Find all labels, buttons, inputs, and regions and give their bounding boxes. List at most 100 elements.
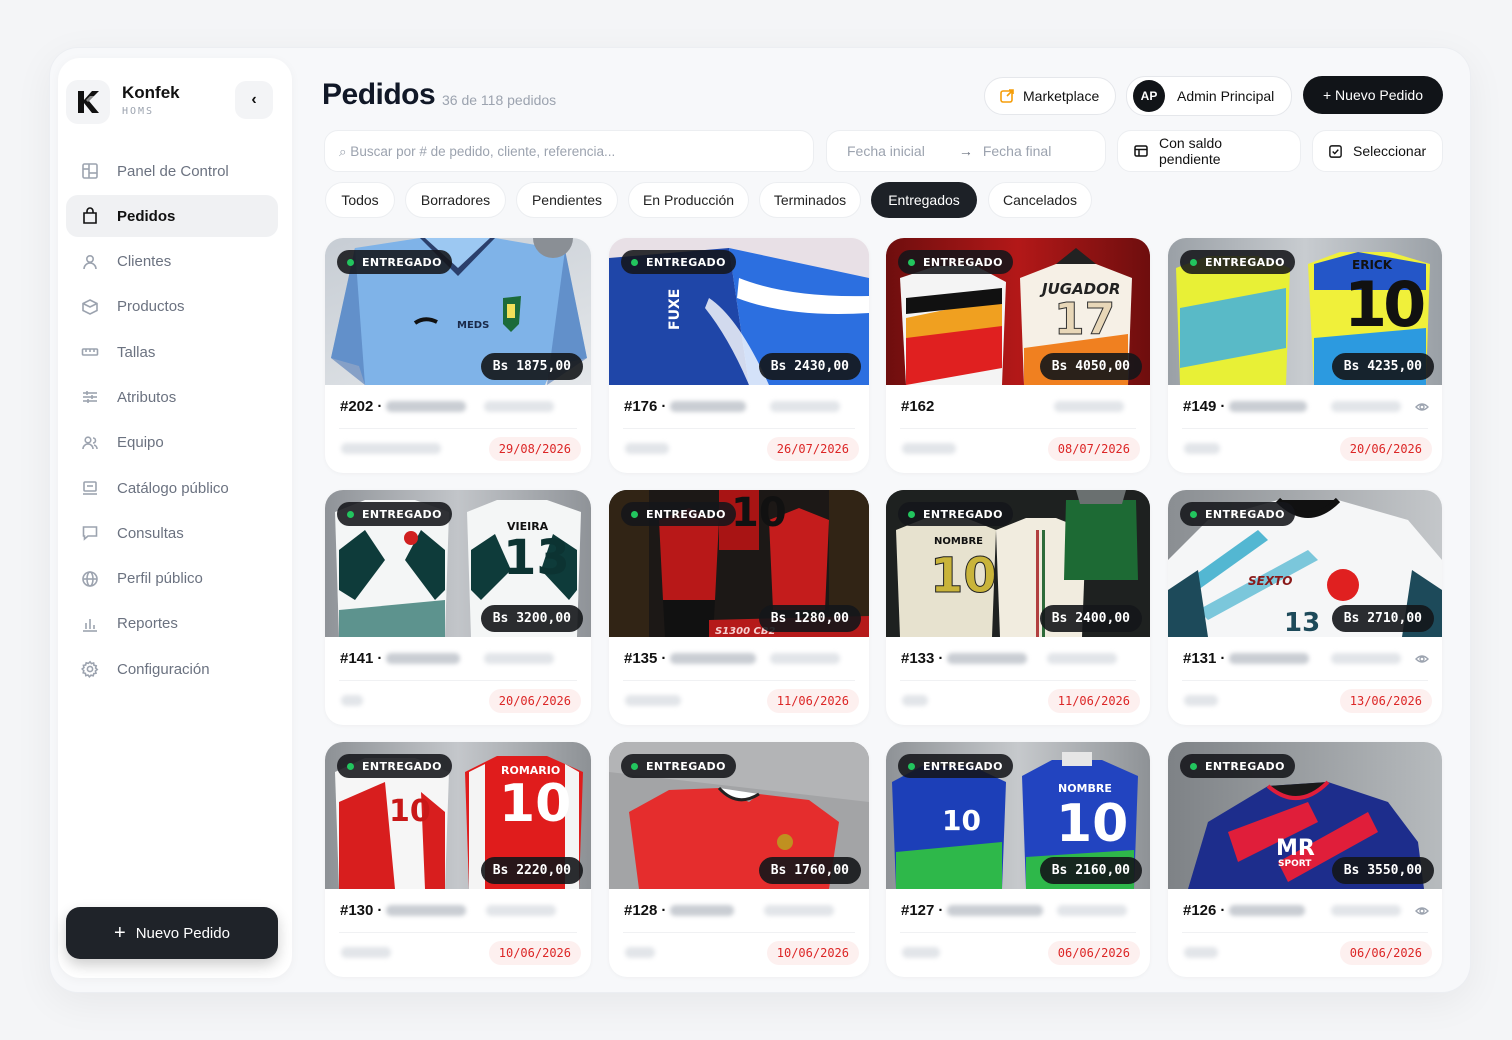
eye-icon[interactable] (1415, 904, 1430, 918)
sidebar-item-consultas[interactable]: Consultas (66, 512, 278, 554)
sidebar-item-label: Equipo (117, 434, 164, 452)
order-date: 06/06/2026 (1047, 941, 1140, 965)
order-id: #135 (624, 650, 658, 667)
order-card[interactable]: ERICK 10 ENTREGADO Bs 4235,00 #149 · 20/0… (1168, 238, 1442, 473)
status-dot (1190, 762, 1197, 770)
order-card[interactable]: MEDS ENTREGADO Bs 1875,00 #202 · 29/08/20… (325, 238, 591, 473)
sidebar-item-configuracion[interactable]: Configuración (66, 648, 278, 690)
sidebar-item-label: Atributos (117, 388, 177, 406)
order-image: NOMBRE 10 ENTREGADO Bs 2400,00 (886, 490, 1150, 637)
order-date: 08/07/2026 (1047, 437, 1140, 461)
tab-todos[interactable]: Todos (325, 182, 395, 218)
tab-terminados[interactable]: Terminados (759, 182, 861, 218)
sidebar-item-label: Tallas (117, 343, 156, 361)
order-id: #126 (1183, 902, 1217, 919)
pending-balance-filter[interactable]: Con saldo pendiente (1117, 130, 1301, 172)
eye-icon[interactable] (1415, 652, 1430, 666)
search-input[interactable] (339, 143, 813, 159)
date-end-field[interactable]: Fecha final (983, 143, 1051, 159)
order-card[interactable]: 10 ROMARIO 10 ENTREGADO Bs 2220,00 #130 ·… (325, 742, 591, 977)
jersey-front-number: 10 (389, 794, 431, 829)
order-card[interactable]: ENTREGADO Bs 1760,00 #128 · 10/06/2026 (609, 742, 869, 977)
order-title: #128 · (624, 902, 835, 919)
order-price: Bs 4050,00 (1039, 353, 1142, 380)
order-card[interactable]: MR SPORT ENTREGADO Bs 3550,00 #126 · 06/0… (1168, 742, 1442, 977)
user-menu-button[interactable]: AP Admin Principal (1126, 76, 1292, 116)
checkbox-icon (1328, 144, 1343, 159)
status-badge: ENTREGADO (898, 250, 1013, 274)
tab-pendientes[interactable]: Pendientes (516, 182, 618, 218)
eye-icon[interactable] (1415, 400, 1430, 414)
order-card[interactable]: NOMBRE 10 ENTREGADO Bs 2400,00 #133 · 11/… (886, 490, 1150, 725)
sidebar-item-reportes[interactable]: Reportes (66, 603, 278, 645)
date-range-picker[interactable]: Fecha inicial → Fecha final (826, 130, 1106, 172)
user-name: Admin Principal (1177, 88, 1275, 104)
status-dot (347, 258, 354, 266)
sidebar-item-tallas[interactable]: Tallas (66, 331, 278, 373)
collapse-sidebar-button[interactable]: ‹ (235, 81, 273, 119)
order-date: 26/07/2026 (766, 437, 859, 461)
sidebar-item-perfil-publico[interactable]: Perfil público (66, 558, 278, 600)
order-image: FUXE ENTREGADO Bs 2430,00 (609, 238, 869, 385)
arrow-right-icon: → (958, 143, 973, 159)
sidebar-item-label: Catálogo público (117, 479, 229, 497)
sidebar-item-label: Productos (117, 298, 185, 316)
status-dot (908, 510, 915, 518)
order-image: ERICK 10 ENTREGADO Bs 4235,00 (1168, 238, 1442, 385)
status-badge: ENTREGADO (898, 502, 1013, 526)
chart-icon (80, 614, 100, 634)
sidebar-item-panel-de-control[interactable]: Panel de Control (66, 150, 278, 192)
sidebar-item-productos[interactable]: Productos (66, 286, 278, 328)
order-price: Bs 2710,00 (1331, 605, 1434, 632)
order-card[interactable]: SEXTO 13 ENTREGADO Bs 2710,00 #131 · 13/0… (1168, 490, 1442, 725)
order-title: #141 · (340, 650, 555, 667)
sidebar-item-label: Consultas (117, 524, 184, 542)
tab-borradores[interactable]: Borradores (405, 182, 506, 218)
order-date: 11/06/2026 (766, 689, 859, 713)
sidebar-item-pedidos[interactable]: Pedidos (66, 195, 278, 238)
order-card[interactable]: FUXE ENTREGADO Bs 2430,00 #176 · 26/07/20… (609, 238, 869, 473)
status-dot (908, 258, 915, 266)
status-badge: ENTREGADO (621, 754, 736, 778)
order-card[interactable]: 10 S1300 CB2 ENTREGADO Bs 1280,00 #135 · … (609, 490, 869, 725)
tab-cancelados[interactable]: Cancelados (988, 182, 1092, 218)
dashboard-icon (80, 161, 100, 181)
order-price: Bs 1760,00 (758, 857, 861, 884)
search-field[interactable] (324, 130, 814, 172)
sidebar-nav: Panel de Control Pedidos Clientes Produc… (66, 150, 278, 694)
sidebar-item-equipo[interactable]: Equipo (66, 422, 278, 464)
order-card[interactable]: VIEIRA 13 ENTREGADO Bs 3200,00 #141 · 20/… (325, 490, 591, 725)
order-card[interactable]: JUGADOR 17 ENTREGADO Bs 4050,00 #162 08/… (886, 238, 1150, 473)
external-link-icon (999, 88, 1015, 104)
sidebar-item-clientes[interactable]: Clientes (66, 241, 278, 283)
order-date: 29/08/2026 (488, 437, 581, 461)
sidebar-item-catalogo-publico[interactable]: Catálogo público (66, 467, 278, 509)
order-id: #127 (901, 902, 935, 919)
order-image: SEXTO 13 ENTREGADO Bs 2710,00 (1168, 490, 1442, 637)
order-id: #176 (624, 398, 658, 415)
select-button[interactable]: Seleccionar (1312, 130, 1443, 172)
date-start-field[interactable]: Fecha inicial (847, 143, 925, 159)
marketplace-button[interactable]: Marketplace (984, 77, 1116, 115)
tab-entregados[interactable]: Entregados (871, 182, 977, 218)
jersey-logo-text: MR (1276, 836, 1315, 861)
brand-name: Konfek (122, 83, 180, 102)
sidebar-item-label: Pedidos (117, 207, 176, 225)
tab-en-produccion[interactable]: En Producción (628, 182, 749, 218)
status-dot (631, 258, 638, 266)
order-date: 10/06/2026 (488, 941, 581, 965)
order-card[interactable]: 10 NOMBRE 10 ENTREGADO Bs 2160,00 #127 · … (886, 742, 1150, 977)
new-order-button[interactable]: + Nuevo Pedido (1303, 76, 1443, 114)
ruler-icon (80, 342, 100, 362)
new-order-label: + Nuevo Pedido (1322, 87, 1424, 103)
order-date: 10/06/2026 (766, 941, 859, 965)
order-price: Bs 2430,00 (758, 353, 861, 380)
status-dot (631, 510, 638, 518)
order-id: #149 (1183, 398, 1217, 415)
jersey-logo-sub: SPORT (1278, 859, 1312, 869)
sidebar-item-atributos[interactable]: Atributos (66, 376, 278, 418)
sliders-icon (80, 387, 100, 407)
wallet-icon (1133, 143, 1149, 159)
jersey-number: 10 (1056, 794, 1129, 854)
sidebar-new-order-button[interactable]: + Nuevo Pedido (66, 907, 278, 959)
